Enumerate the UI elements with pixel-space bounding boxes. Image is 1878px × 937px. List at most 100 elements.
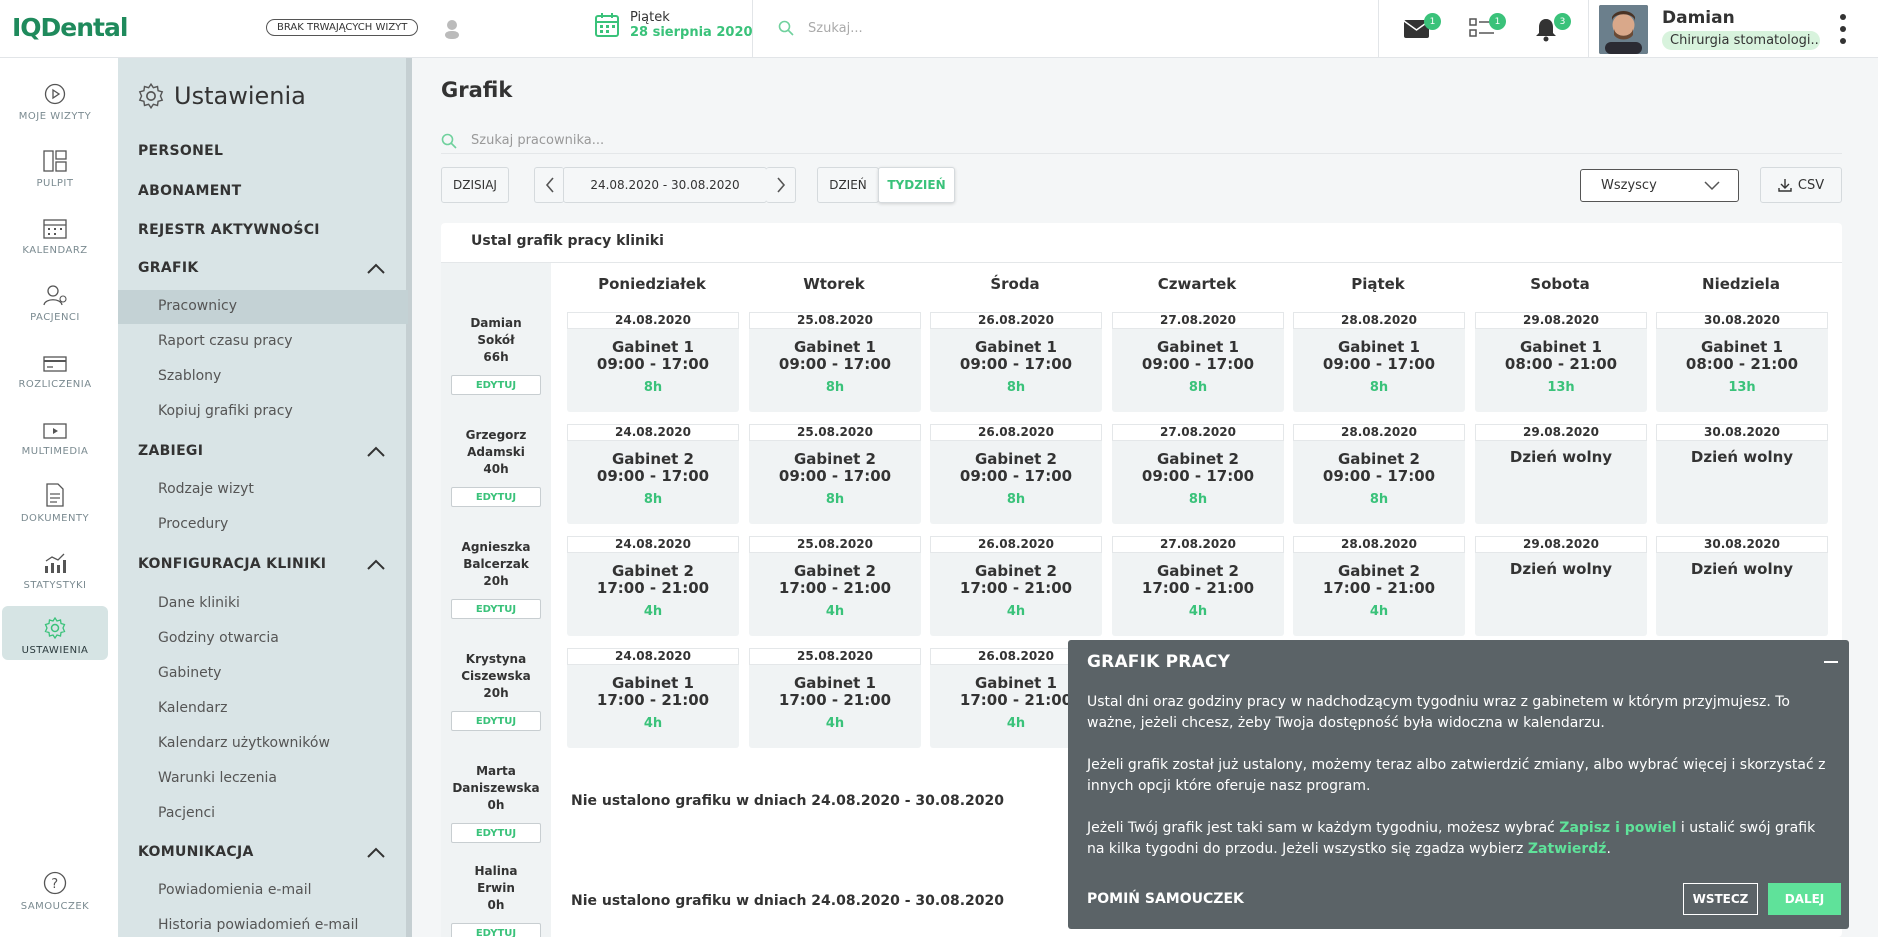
user-specialty-badge[interactable]: Chirurgia stomatologi... [1662, 31, 1820, 50]
schedule-cell[interactable]: 24.08.2020 Gabinet 1 09:00 - 17:00 8h [567, 312, 739, 412]
employee-search-input[interactable]: Szukaj pracownika... [471, 133, 604, 148]
cell-hours: 4h [1006, 604, 1026, 619]
global-search[interactable]: Szukaj... [778, 20, 863, 36]
cell-room: Gabinet 1 09:00 - 17:00 [778, 338, 892, 373]
mail-button[interactable]: 1 [1403, 13, 1441, 44]
employee-filter-select[interactable]: Wszyscy [1580, 169, 1739, 202]
nav-statistics[interactable]: STATYSTYKI [2, 541, 108, 595]
schedule-cell[interactable]: 25.08.2020 Gabinet 2 09:00 - 17:00 8h [749, 424, 921, 524]
settings-communication[interactable]: KOMUNIKACJA [138, 844, 254, 860]
settings-item-opening-hours[interactable]: Godziny otwarcia [158, 630, 279, 646]
schedule-cell[interactable]: 26.08.2020 Gabinet 2 09:00 - 17:00 8h [930, 424, 1102, 524]
next-week-button[interactable] [766, 167, 796, 203]
cell-hours: 4h [825, 604, 845, 619]
edit-schedule-button[interactable]: EDYTUJ [451, 599, 541, 619]
tutorial-next-button[interactable]: DALEJ [1768, 883, 1841, 915]
notifications-button[interactable]: 3 [1533, 13, 1571, 44]
settings-item-clinic-data[interactable]: Dane kliniki [158, 595, 240, 611]
edit-schedule-button[interactable]: EDYTUJ [451, 923, 541, 937]
settings-item-email-history[interactable]: Historia powiadomień e-mail [158, 917, 358, 933]
nav-tutorial[interactable]: ? SAMOUCZEK [2, 862, 108, 916]
cell-room: Gabinet 2 09:00 - 17:00 [596, 450, 710, 485]
nav-documents[interactable]: DOKUMENTY [2, 474, 108, 528]
nav-dashboard[interactable]: PULPIT [2, 139, 108, 193]
settings-personel[interactable]: PERSONEL [138, 143, 223, 159]
settings-scrollbar[interactable] [406, 58, 412, 937]
prev-week-button[interactable] [534, 167, 564, 203]
cell-date: 27.08.2020 [1112, 536, 1284, 553]
schedule-cell[interactable]: 30.08.2020 Dzień wolny [1656, 424, 1828, 524]
schedule-cell[interactable]: 30.08.2020 Dzień wolny [1656, 536, 1828, 636]
search-input[interactable]: Szukaj... [808, 21, 863, 36]
cell-hours: 13h [1547, 380, 1575, 395]
nav-multimedia[interactable]: MULTIMEDIA [2, 407, 108, 461]
schedule-cell[interactable]: 24.08.2020 Gabinet 2 17:00 - 21:00 4h [567, 536, 739, 636]
chevron-up-icon[interactable] [367, 263, 385, 275]
settings-item-rooms[interactable]: Gabinety [158, 665, 221, 681]
nav-label: PACJENCI [30, 312, 80, 323]
settings-clinic-config[interactable]: KONFIGURACJA KLINIKI [138, 556, 326, 572]
schedule-cell[interactable]: 27.08.2020 Gabinet 2 17:00 - 21:00 4h [1112, 536, 1284, 636]
date-range[interactable]: 24.08.2020 - 30.08.2020 [563, 167, 767, 203]
schedule-cell[interactable]: 24.08.2020 Gabinet 2 09:00 - 17:00 8h [567, 424, 739, 524]
schedule-cell[interactable]: 29.08.2020 Dzień wolny [1475, 424, 1647, 524]
settings-zabiegi[interactable]: ZABIEGI [138, 443, 203, 459]
settings-abonament[interactable]: ABONAMENT [138, 183, 241, 199]
settings-item-copy-schedules[interactable]: Kopiuj grafiki pracy [158, 403, 293, 419]
more-menu-icon[interactable] [1840, 14, 1846, 44]
tutorial-back-button[interactable]: WSTECZ [1683, 883, 1758, 915]
profile-avatar[interactable] [1599, 5, 1648, 54]
settings-item-patients[interactable]: Pacjenci [158, 805, 215, 821]
edit-schedule-button[interactable]: EDYTUJ [451, 487, 541, 507]
chevron-up-icon[interactable] [367, 559, 385, 571]
cell-hours: 8h [825, 492, 845, 507]
schedule-cell[interactable]: 29.08.2020 Gabinet 1 08:00 - 21:00 13h [1475, 312, 1647, 412]
gear-icon [44, 617, 66, 639]
schedule-cell[interactable]: 24.08.2020 Gabinet 1 17:00 - 21:00 4h [567, 648, 739, 748]
employee-search[interactable]: Szukaj pracownika... [441, 128, 1842, 154]
minimize-icon[interactable] [1824, 661, 1838, 663]
schedule-cell[interactable]: 30.08.2020 Gabinet 1 08:00 - 21:00 13h [1656, 312, 1828, 412]
schedule-cell[interactable]: 27.08.2020 Gabinet 2 09:00 - 17:00 8h [1112, 424, 1284, 524]
settings-grafik[interactable]: GRAFIK [138, 260, 199, 276]
schedule-cell[interactable]: 29.08.2020 Dzień wolny [1475, 536, 1647, 636]
settings-item-time-report[interactable]: Raport czasu pracy [158, 333, 293, 349]
skip-tutorial-button[interactable]: POMIŃ SAMOUCZEK [1087, 891, 1244, 907]
schedule-cell[interactable]: 28.08.2020 Gabinet 2 17:00 - 21:00 4h [1293, 536, 1465, 636]
cell-date: 28.08.2020 [1293, 424, 1465, 441]
csv-export-button[interactable]: CSV [1760, 167, 1842, 203]
schedule-cell[interactable]: 25.08.2020 Gabinet 2 17:00 - 21:00 4h [749, 536, 921, 636]
nav-patients[interactable]: PACJENCI [2, 273, 108, 327]
nav-billing[interactable]: ROZLICZENIA [2, 340, 108, 394]
view-day-button[interactable]: DZIEŃ [817, 167, 879, 203]
settings-item-user-calendar[interactable]: Kalendarz użytkowników [158, 735, 330, 751]
schedule-cell[interactable]: 28.08.2020 Gabinet 1 09:00 - 17:00 8h [1293, 312, 1465, 412]
settings-item-treatment-terms[interactable]: Warunki leczenia [158, 770, 277, 786]
schedule-cell[interactable]: 28.08.2020 Gabinet 2 09:00 - 17:00 8h [1293, 424, 1465, 524]
nav-settings[interactable]: USTAWIENIA [2, 606, 108, 660]
settings-item-visit-types[interactable]: Rodzaje wizyt [158, 481, 254, 497]
nav-my-visits[interactable]: MOJE WIZYTY [2, 72, 108, 126]
settings-item-procedures[interactable]: Procedury [158, 516, 228, 532]
settings-activity-log[interactable]: REJESTR AKTYWNOŚCI [138, 222, 320, 238]
today-button[interactable]: DZISIAJ [441, 167, 509, 203]
schedule-cell[interactable]: 26.08.2020 Gabinet 2 17:00 - 21:00 4h [930, 536, 1102, 636]
chevron-up-icon[interactable] [367, 446, 385, 458]
tasks-button[interactable]: 1 [1468, 13, 1506, 44]
view-week-button[interactable]: TYDZIEŃ [878, 167, 955, 203]
schedule-cell[interactable]: 25.08.2020 Gabinet 1 17:00 - 21:00 4h [749, 648, 921, 748]
settings-item-calendar[interactable]: Kalendarz [158, 700, 227, 716]
edit-schedule-button[interactable]: EDYTUJ [451, 823, 541, 843]
settings-item-templates[interactable]: Szablony [158, 368, 221, 384]
edit-schedule-button[interactable]: EDYTUJ [451, 711, 541, 731]
chevron-up-icon[interactable] [367, 847, 385, 859]
schedule-cell[interactable]: 26.08.2020 Gabinet 1 09:00 - 17:00 8h [930, 312, 1102, 412]
cell-date: 28.08.2020 [1293, 312, 1465, 329]
settings-item-employees[interactable]: Pracownicy [158, 298, 237, 314]
edit-schedule-button[interactable]: EDYTUJ [451, 375, 541, 395]
schedule-cell[interactable]: 25.08.2020 Gabinet 1 09:00 - 17:00 8h [749, 312, 921, 412]
app-logo[interactable]: IQDental [12, 13, 128, 42]
nav-calendar[interactable]: KALENDARZ [2, 206, 108, 260]
schedule-cell[interactable]: 27.08.2020 Gabinet 1 09:00 - 17:00 8h [1112, 312, 1284, 412]
settings-item-email-notifications[interactable]: Powiadomienia e-mail [158, 882, 311, 898]
